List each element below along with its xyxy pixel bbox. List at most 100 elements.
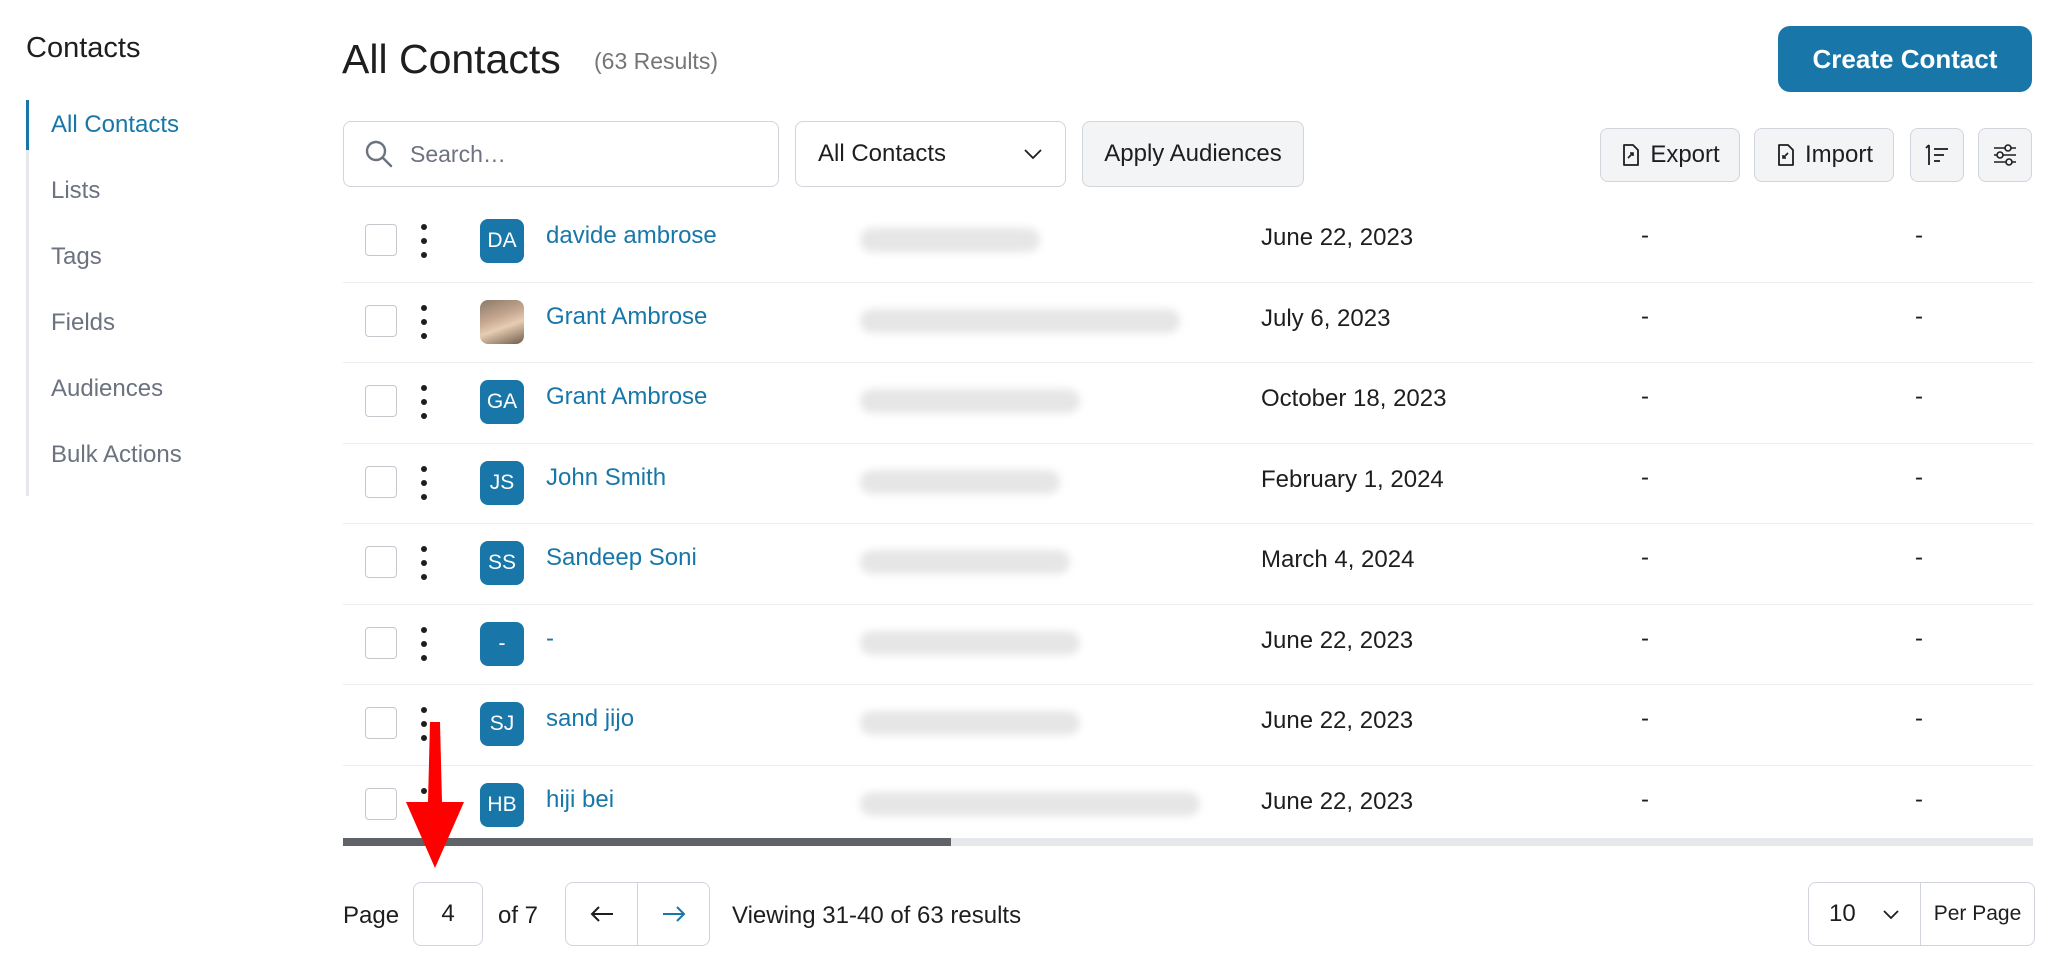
page-number-input[interactable] (413, 882, 483, 946)
apply-audiences-button[interactable]: Apply Audiences (1082, 121, 1304, 187)
sort-icon (1925, 144, 1948, 165)
sidebar-title: Contacts (26, 32, 141, 64)
contact-email-redacted (860, 630, 1080, 655)
sidebar-item-tags[interactable]: Tags (29, 232, 276, 298)
contact-column-value: - (1915, 785, 1923, 813)
row-actions-more-icon[interactable] (419, 224, 429, 258)
sidebar-item-audiences[interactable]: Audiences (29, 364, 276, 430)
row-checkbox[interactable] (365, 224, 397, 256)
row-checkbox[interactable] (365, 304, 397, 337)
export-label: Export (1650, 141, 1720, 168)
per-page-value: 10 (1829, 900, 1856, 927)
contact-date: June 22, 2023 (1261, 787, 1414, 815)
row-actions-more-icon[interactable] (419, 546, 429, 580)
import-icon (1778, 144, 1794, 166)
contact-column-value: - (1641, 302, 1649, 330)
table-row: Grant Ambrose July 6, 2023 - - (343, 283, 2033, 363)
contact-email-redacted (860, 791, 1200, 816)
contact-email-redacted (860, 228, 1040, 252)
table-row: GA Grant Ambrose October 18, 2023 - - (343, 363, 2033, 444)
contact-column-value: - (1641, 785, 1649, 813)
contact-email-redacted (860, 711, 1080, 735)
import-button[interactable]: Import (1754, 128, 1894, 182)
row-checkbox[interactable] (365, 787, 397, 820)
contact-name-link[interactable]: Sandeep Soni (546, 544, 697, 572)
contact-date: October 18, 2023 (1261, 385, 1447, 412)
contact-name-link[interactable]: sand jijo (546, 705, 634, 733)
avatar: HB (480, 782, 524, 827)
search-icon (365, 140, 393, 168)
export-icon (1623, 144, 1640, 166)
contact-name-link[interactable]: hiji bei (546, 786, 614, 814)
pager (565, 882, 710, 946)
contact-date: July 6, 2023 (1261, 304, 1391, 332)
contact-name-link[interactable]: John Smith (546, 464, 666, 492)
contact-column-value: - (1641, 463, 1649, 491)
row-checkbox[interactable] (365, 465, 397, 498)
sidebar-item-fields[interactable]: Fields (29, 298, 276, 364)
page-title: All Contacts (342, 36, 561, 82)
page-label: Page (343, 902, 400, 929)
contact-email-redacted (860, 469, 1060, 494)
sidebar-item-lists[interactable]: Lists (29, 166, 276, 232)
row-checkbox[interactable] (365, 707, 397, 739)
row-actions-more-icon[interactable] (419, 385, 429, 419)
contact-name-link[interactable]: Grant Ambrose (546, 303, 707, 331)
previous-page-button[interactable] (566, 883, 637, 945)
contact-date: June 22, 2023 (1261, 626, 1414, 654)
result-count: (63 Results) (594, 48, 718, 74)
contact-email-redacted (860, 389, 1080, 413)
table-row: SJ sand jijo June 22, 2023 - - (343, 685, 2033, 766)
import-label: Import (1804, 141, 1873, 168)
search-box[interactable] (343, 121, 779, 187)
sidebar-nav: All Contacts Lists Tags Fields Audiences… (26, 100, 276, 496)
contact-date: March 4, 2024 (1261, 546, 1415, 573)
row-actions-more-icon[interactable] (419, 465, 429, 500)
next-page-button[interactable] (637, 883, 709, 945)
per-page-select[interactable]: 10 (1809, 883, 1921, 945)
create-contact-button[interactable]: Create Contact (1778, 26, 2032, 92)
avatar: - (480, 621, 524, 666)
contact-column-value: - (1915, 544, 1923, 571)
total-pages-label: of 7 (498, 902, 539, 929)
viewing-summary: Viewing 31-40 of 63 results (732, 902, 1022, 929)
contact-column-value: - (1915, 302, 1923, 330)
sort-button[interactable] (1910, 128, 1964, 182)
row-checkbox[interactable] (365, 385, 397, 417)
horizontal-scrollbar[interactable] (343, 838, 2033, 846)
contact-name-link[interactable]: davide ambrose (546, 222, 717, 250)
contact-column-value: - (1915, 463, 1923, 491)
contact-name-link[interactable]: - (546, 625, 554, 653)
row-checkbox[interactable] (365, 546, 397, 578)
sidebar-item-bulk-actions[interactable]: Bulk Actions (29, 430, 276, 496)
contact-column-value: - (1641, 222, 1649, 249)
row-checkbox[interactable] (365, 626, 397, 659)
contact-column-value: - (1641, 705, 1649, 732)
contact-column-value: - (1915, 383, 1923, 410)
sliders-icon (1994, 144, 2016, 166)
export-button[interactable]: Export (1600, 128, 1740, 182)
column-settings-button[interactable] (1978, 128, 2032, 182)
contact-date: June 22, 2023 (1261, 707, 1414, 734)
avatar: SS (480, 541, 524, 585)
table-row: JS John Smith February 1, 2024 - - (343, 444, 2033, 524)
contact-column-value: - (1915, 624, 1923, 652)
contacts-filter-select[interactable]: All Contacts (795, 121, 1066, 187)
per-page-label: Per Page (1933, 902, 2022, 925)
sidebar-item-all-contacts[interactable]: All Contacts (26, 100, 276, 166)
avatar: SJ (480, 702, 524, 746)
table-row: - - June 22, 2023- - (343, 605, 2033, 685)
arrow-right-icon (662, 906, 685, 922)
table-row: HB hiji bei June 22, 2023 - - (343, 766, 2033, 846)
avatar: DA (480, 219, 524, 263)
contact-name-link[interactable]: Grant Ambrose (546, 383, 707, 411)
table-row: SS Sandeep Soni March 4, 2024 - - (343, 524, 2033, 605)
contact-column-value: - (1641, 624, 1649, 652)
avatar: GA (480, 380, 524, 424)
row-actions-more-icon[interactable] (419, 304, 429, 339)
search-input[interactable] (410, 140, 730, 168)
avatar (480, 299, 524, 344)
row-actions-more-icon[interactable] (419, 626, 429, 661)
chevron-down-icon (1024, 149, 1042, 160)
chevron-down-icon (1883, 909, 1899, 919)
